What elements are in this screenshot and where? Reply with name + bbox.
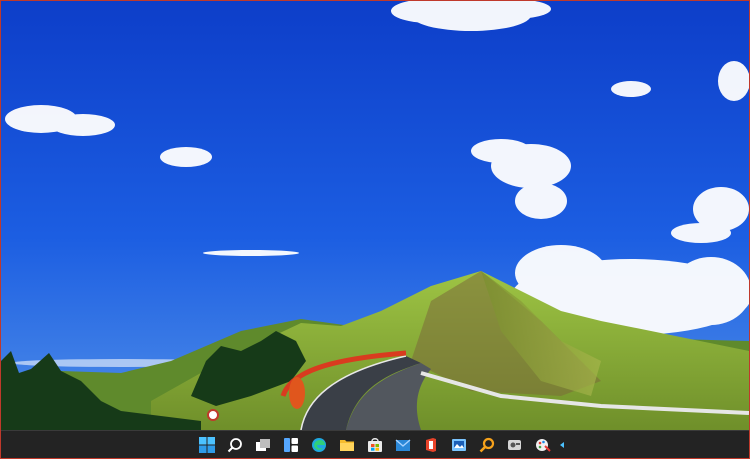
photos-app-icon (452, 439, 466, 451)
file-explorer-button[interactable] (333, 431, 361, 458)
microsoft-store-button[interactable] (361, 431, 389, 458)
taskbar-icons (193, 431, 557, 458)
widgets-icon (284, 438, 298, 452)
notification-icon (560, 442, 564, 448)
taskbar (1, 430, 749, 458)
magnifier-button[interactable] (473, 431, 501, 458)
office-icon (426, 438, 436, 452)
mail-button[interactable] (389, 431, 417, 458)
edge-browser-button[interactable] (305, 431, 333, 458)
photos-app-button[interactable] (445, 431, 473, 458)
start-windows-icon (199, 437, 215, 453)
widgets-button[interactable] (277, 431, 305, 458)
paint-button[interactable] (529, 431, 557, 458)
app-icon (508, 440, 521, 450)
paint-icon (536, 439, 551, 452)
system-tray-button[interactable] (557, 431, 569, 458)
mail-icon (395, 439, 411, 451)
file-explorer-icon (340, 440, 354, 451)
app-button[interactable] (501, 431, 529, 458)
search-icon (227, 438, 242, 453)
desktop-screen (0, 0, 750, 459)
task-view-button[interactable] (249, 431, 277, 458)
office-button[interactable] (417, 431, 445, 458)
search-button[interactable] (221, 431, 249, 458)
start-button[interactable] (193, 431, 221, 458)
magnifier-icon (479, 437, 495, 453)
task-view-icon (256, 439, 270, 451)
desktop-wallpaper (1, 1, 749, 430)
edge-browser-icon (312, 438, 326, 452)
microsoft-store-icon (368, 438, 382, 452)
